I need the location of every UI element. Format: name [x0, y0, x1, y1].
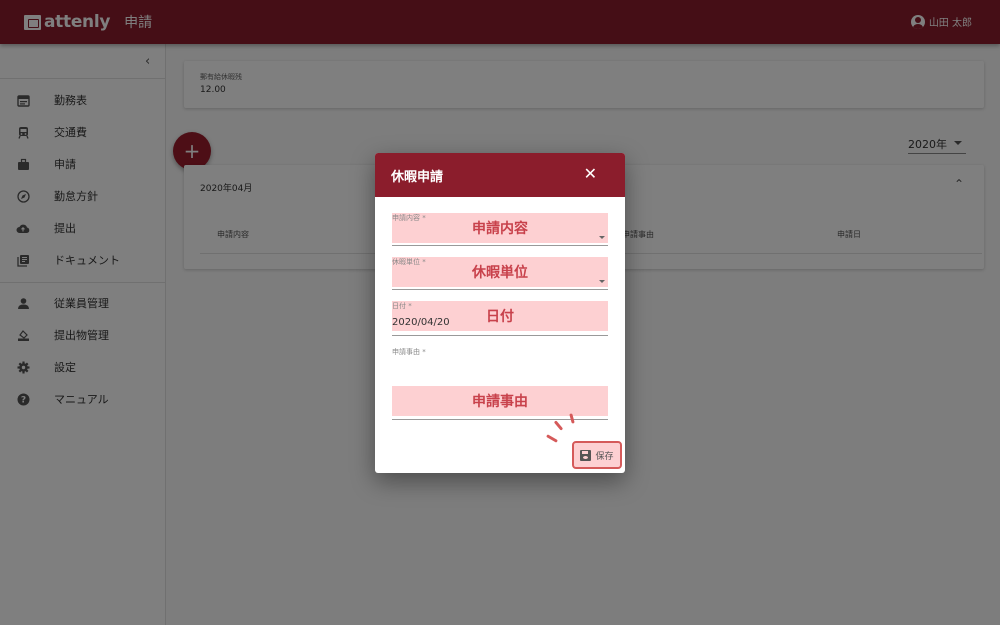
date-value: 2020/04/20 [392, 317, 450, 328]
field-label: 申請内容 * [392, 214, 426, 222]
click-indicator-mark [546, 434, 558, 443]
caret-down-icon [599, 280, 605, 283]
reason-textarea[interactable]: 申請事由 * 申請事由 [392, 347, 608, 421]
save-button[interactable]: 保存 [572, 441, 622, 469]
field-label: 休暇単位 * [392, 258, 426, 266]
leave-request-dialog: 休暇申請 ✕ 申請内容 申請内容 * 休暇単位 休暇単位 * 日付 日付 * 2… [375, 153, 625, 473]
caret-down-icon [599, 236, 605, 239]
field-underline [392, 289, 608, 290]
field-label: 申請事由 * [392, 348, 426, 356]
close-icon[interactable]: ✕ [584, 166, 597, 182]
dialog-title: 休暇申請 [391, 169, 444, 185]
field-underline [392, 419, 608, 420]
save-icon [580, 449, 592, 461]
click-indicator-mark [553, 420, 564, 431]
dialog-header: 休暇申請 ✕ [375, 153, 625, 197]
field-underline [392, 335, 608, 336]
field-label: 日付 * [392, 302, 412, 310]
save-button-label: 保存 [595, 451, 614, 462]
field-highlight: 申請事由 [392, 386, 608, 416]
field-underline [392, 245, 608, 246]
request-content-select[interactable]: 申請内容 申請内容 * [392, 213, 608, 247]
leave-unit-select[interactable]: 休暇単位 休暇単位 * [392, 257, 608, 291]
date-field[interactable]: 日付 日付 * 2020/04/20 [392, 301, 608, 337]
